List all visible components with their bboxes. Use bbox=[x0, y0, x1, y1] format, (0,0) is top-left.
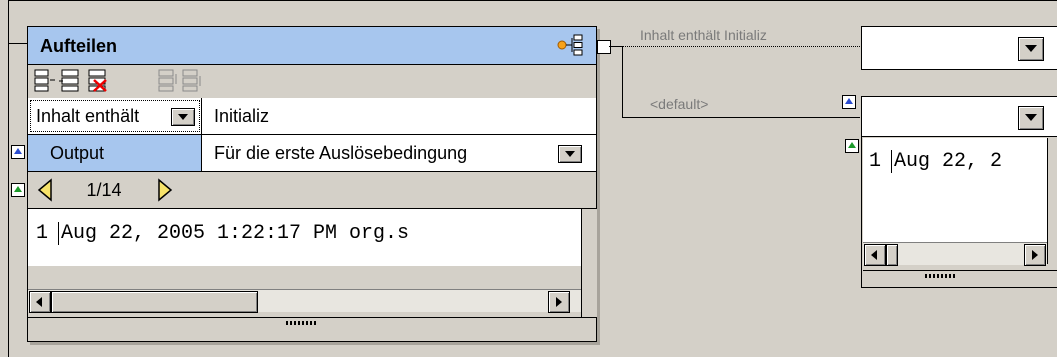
output-label: Output bbox=[50, 142, 105, 163]
toolbar-append-icon[interactable] bbox=[59, 68, 83, 92]
component-title-bar[interactable]: Aufteilen bbox=[28, 27, 596, 65]
connection-label-top: Inhalt enthält Initializ bbox=[640, 27, 767, 43]
target-horizontal-scrollbar[interactable] bbox=[863, 242, 1047, 266]
scroll-thumb[interactable] bbox=[51, 291, 258, 313]
output-mode-select[interactable]: Für die erste Auslösebedingung bbox=[202, 135, 596, 171]
toolbar-move-down-icon bbox=[182, 69, 201, 92]
grip-dots bbox=[286, 321, 316, 325]
split-component[interactable]: Aufteilen Inhalt enthält Initializ Outpu… bbox=[27, 26, 597, 342]
connector-line bbox=[622, 46, 623, 118]
scroll-right-button[interactable] bbox=[1024, 244, 1046, 266]
preview-line-number: 1 bbox=[36, 222, 49, 245]
scroll-left-button[interactable] bbox=[864, 244, 886, 266]
connection-line-top bbox=[622, 46, 860, 47]
grip-dots bbox=[925, 274, 955, 278]
output-row: Output Für die erste Auslösebedingung bbox=[28, 135, 596, 172]
page-indicator: 1/14 bbox=[86, 179, 122, 200]
target-preview-pane[interactable]: 1 Aug 22, 2 bbox=[863, 138, 1047, 242]
split-component-icon bbox=[557, 34, 583, 56]
target-resize-grip[interactable] bbox=[863, 270, 1057, 283]
condition-value-field[interactable]: Initializ bbox=[202, 98, 596, 134]
target-resize-handle[interactable] bbox=[1047, 138, 1057, 264]
target-preview-text: Aug 22, 2 bbox=[891, 150, 1048, 173]
scroll-right-button[interactable] bbox=[548, 291, 570, 313]
target-component-top[interactable] bbox=[861, 26, 1057, 70]
target-component-bottom[interactable] bbox=[861, 96, 1057, 138]
component-toolbar bbox=[28, 65, 596, 95]
prev-arrow-icon[interactable] bbox=[32, 176, 58, 204]
toolbar-move-up-icon bbox=[158, 69, 177, 92]
preview-resize-handle[interactable] bbox=[581, 209, 597, 317]
dropdown-arrow-icon[interactable] bbox=[558, 145, 582, 163]
component-title: Aufteilen bbox=[40, 36, 118, 56]
condition-label: Inhalt enthält bbox=[36, 105, 140, 126]
output-label-cell: Output bbox=[28, 135, 202, 171]
condition-value: Initializ bbox=[214, 105, 270, 126]
resize-grip[interactable] bbox=[28, 317, 596, 330]
target-input-marker[interactable] bbox=[842, 95, 856, 109]
preview-navigation: 1/14 bbox=[28, 172, 596, 209]
horizontal-scrollbar[interactable] bbox=[28, 289, 581, 313]
condition-selector[interactable]: Inhalt enthält bbox=[28, 98, 202, 134]
preview-marker[interactable] bbox=[11, 183, 25, 197]
next-arrow-icon[interactable] bbox=[152, 176, 178, 204]
dropdown-arrow-icon[interactable] bbox=[1018, 106, 1044, 130]
connection-line-bottom bbox=[622, 117, 860, 118]
scroll-thumb[interactable] bbox=[886, 244, 898, 266]
preview-pane[interactable]: 1 Aug 22, 2005 1:22:17 PM org.s bbox=[28, 209, 581, 266]
toolbar-delete-icon[interactable] bbox=[86, 68, 110, 92]
dropdown-arrow-icon[interactable] bbox=[171, 108, 195, 126]
target-preview-line-number: 1 bbox=[869, 150, 882, 173]
output-input-marker[interactable] bbox=[11, 145, 25, 159]
connector-line bbox=[609, 46, 623, 47]
output-mode-value: Für die erste Auslösebedingung bbox=[214, 142, 468, 163]
scroll-left-button[interactable] bbox=[29, 291, 51, 313]
preview-text: Aug 22, 2005 1:22:17 PM org.s bbox=[58, 222, 581, 245]
connection-label-bottom: <default> bbox=[650, 96, 709, 112]
toolbar-insert-icon[interactable] bbox=[32, 68, 56, 92]
output-connector-1[interactable] bbox=[597, 40, 611, 54]
target-preview-marker[interactable] bbox=[845, 139, 859, 153]
dropdown-arrow-icon[interactable] bbox=[1018, 37, 1044, 61]
condition-row: Inhalt enthält Initializ bbox=[28, 98, 596, 135]
input-connector bbox=[8, 43, 28, 44]
mapping-canvas: Aufteilen Inhalt enthält Initializ Outpu… bbox=[0, 0, 1057, 357]
